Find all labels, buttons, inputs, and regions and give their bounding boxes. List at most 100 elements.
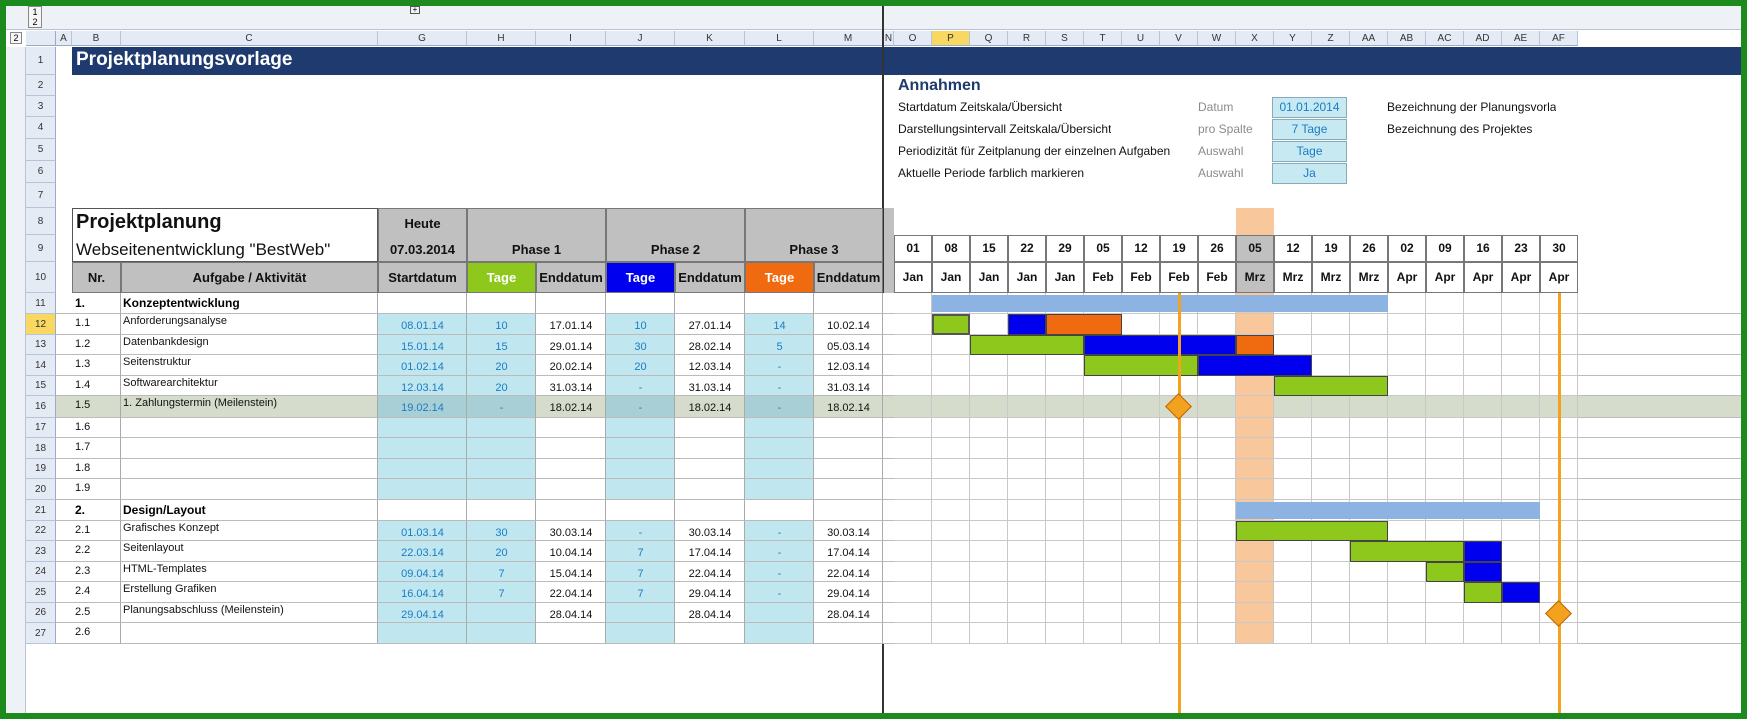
timeline-cell[interactable]: [1426, 355, 1464, 376]
timeline-cell[interactable]: [894, 459, 932, 479]
timeline-cell[interactable]: [894, 376, 932, 396]
column-header[interactable]: N: [884, 31, 894, 46]
timeline-cell[interactable]: [894, 314, 932, 335]
timeline-cell[interactable]: [1274, 459, 1312, 479]
timeline-cell[interactable]: [1122, 623, 1160, 644]
timeline-cell[interactable]: [1122, 603, 1160, 623]
timeline-cell[interactable]: [1274, 623, 1312, 644]
timeline-cell[interactable]: [1084, 396, 1122, 418]
timeline-cell[interactable]: [1046, 376, 1084, 396]
timeline-cell[interactable]: [1008, 438, 1046, 459]
column-header[interactable]: AB: [1388, 31, 1426, 46]
timeline-cell[interactable]: [1312, 479, 1350, 500]
row-header[interactable]: 18: [26, 438, 56, 459]
column-header[interactable]: G: [378, 31, 467, 46]
table-cell[interactable]: [378, 479, 467, 500]
table-cell[interactable]: [467, 293, 536, 314]
row-header[interactable]: 2: [26, 75, 56, 96]
row-header[interactable]: 4: [26, 117, 56, 139]
timeline-cell[interactable]: [970, 438, 1008, 459]
phase1-days[interactable]: 10: [467, 320, 536, 332]
timeline-cell[interactable]: [1502, 355, 1540, 376]
timeline-cell[interactable]: [932, 541, 970, 562]
column-header[interactable]: S: [1046, 31, 1084, 46]
timeline-cell[interactable]: [1046, 623, 1084, 644]
timeline-cell[interactable]: [970, 418, 1008, 438]
task-start-date[interactable]: 08.01.14: [378, 320, 467, 332]
column-header[interactable]: AC: [1426, 31, 1464, 46]
phase3-days[interactable]: 5: [745, 341, 814, 353]
table-cell[interactable]: [467, 623, 536, 644]
timeline-cell[interactable]: [1236, 418, 1274, 438]
timeline-cell[interactable]: [1426, 293, 1464, 314]
table-cell[interactable]: [467, 418, 536, 438]
timeline-cell[interactable]: [970, 541, 1008, 562]
timeline-cell[interactable]: [1008, 418, 1046, 438]
timeline-cell[interactable]: [1350, 562, 1388, 582]
table-cell[interactable]: [606, 603, 675, 623]
timeline-cell[interactable]: [1350, 418, 1388, 438]
timeline-cell[interactable]: [1122, 562, 1160, 582]
column-header[interactable]: I: [536, 31, 606, 46]
column-header[interactable]: B: [72, 31, 121, 46]
timeline-cell[interactable]: [1350, 355, 1388, 376]
table-cell[interactable]: [814, 623, 883, 644]
timeline-cell[interactable]: [1312, 314, 1350, 335]
table-cell[interactable]: [745, 500, 814, 521]
table-cell[interactable]: [467, 459, 536, 479]
phase1-days[interactable]: -: [467, 402, 536, 414]
timeline-cell[interactable]: [1312, 459, 1350, 479]
row-header[interactable]: 20: [26, 479, 56, 500]
timeline-cell[interactable]: [1464, 418, 1502, 438]
timeline-cell[interactable]: [1122, 314, 1160, 335]
table-cell[interactable]: [745, 479, 814, 500]
table-cell[interactable]: [675, 438, 745, 459]
select-all-corner[interactable]: [26, 31, 56, 46]
phase1-days[interactable]: 30: [467, 527, 536, 539]
timeline-cell[interactable]: [1388, 293, 1426, 314]
timeline-cell[interactable]: [894, 500, 932, 521]
row-header[interactable]: 1: [26, 47, 56, 75]
table-cell[interactable]: [121, 623, 378, 644]
timeline-cell[interactable]: [970, 623, 1008, 644]
timeline-cell[interactable]: [1426, 459, 1464, 479]
timeline-cell[interactable]: [1122, 500, 1160, 521]
phase2-days[interactable]: 7: [606, 568, 675, 580]
row-header[interactable]: 25: [26, 582, 56, 603]
timeline-cell[interactable]: [1350, 582, 1388, 603]
timeline-cell[interactable]: [1388, 479, 1426, 500]
column-header[interactable]: M: [814, 31, 883, 46]
timeline-cell[interactable]: [1198, 562, 1236, 582]
table-cell[interactable]: [467, 603, 536, 623]
timeline-cell[interactable]: [1274, 603, 1312, 623]
column-header[interactable]: P: [932, 31, 970, 46]
timeline-cell[interactable]: [1122, 418, 1160, 438]
phase1-days[interactable]: 20: [467, 382, 536, 394]
timeline-cell[interactable]: [1502, 438, 1540, 459]
timeline-cell[interactable]: [1502, 603, 1540, 623]
timeline-cell[interactable]: [1122, 396, 1160, 418]
timeline-cell[interactable]: [1122, 582, 1160, 603]
timeline-cell[interactable]: [1236, 479, 1274, 500]
timeline-cell[interactable]: [970, 355, 1008, 376]
table-cell[interactable]: [378, 293, 467, 314]
timeline-cell[interactable]: [1388, 459, 1426, 479]
timeline-cell[interactable]: [1008, 500, 1046, 521]
table-cell[interactable]: [606, 418, 675, 438]
phase1-bar[interactable]: [1426, 562, 1464, 582]
column-header[interactable]: A: [56, 31, 72, 46]
timeline-cell[interactable]: [1312, 438, 1350, 459]
column-header[interactable]: L: [745, 31, 814, 46]
phase2-bar[interactable]: [1502, 582, 1540, 603]
phase1-bar[interactable]: [1464, 582, 1502, 603]
column-header[interactable]: R: [1008, 31, 1046, 46]
phase2-bar[interactable]: [1084, 335, 1236, 355]
phase3-days[interactable]: -: [745, 547, 814, 559]
phase2-days[interactable]: 20: [606, 361, 675, 373]
timeline-cell[interactable]: [1084, 582, 1122, 603]
column-header[interactable]: X: [1236, 31, 1274, 46]
row-header[interactable]: 8: [26, 208, 56, 235]
column-header[interactable]: Z: [1312, 31, 1350, 46]
timeline-cell[interactable]: [1388, 355, 1426, 376]
task-start-date[interactable]: 12.03.14: [378, 382, 467, 394]
